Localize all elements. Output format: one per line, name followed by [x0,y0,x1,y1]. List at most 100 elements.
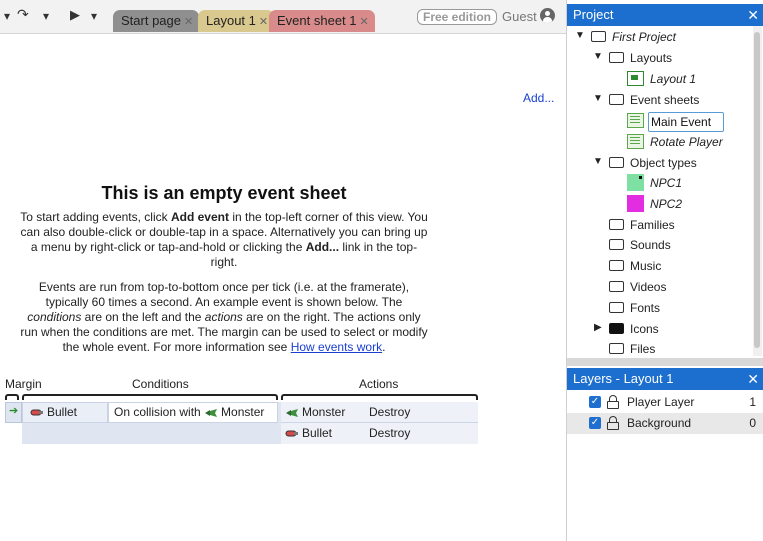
folder-icon [609,343,624,355]
tree-item-layouts[interactable]: Layouts [609,49,672,68]
tab-event-sheet-1[interactable]: Event sheet 1 ✕ [269,10,375,32]
tab-close-icon[interactable]: ✕ [259,16,268,28]
tree-item-label: Files [630,342,656,356]
event-sheet-view[interactable]: Add... This is an empty event sheet To s… [0,35,566,541]
npc1-icon [627,174,644,192]
action-object-name: Bullet [302,426,333,440]
folder-icon [609,52,624,64]
margin-header: Margin [5,377,42,391]
tree-item-npc1[interactable]: NPC1 [627,174,682,193]
explanation-paragraph: Events are run from top-to-bottom once p… [18,280,430,355]
tab-label: Start page [121,13,181,28]
redo-icon[interactable]: ↷ [17,6,29,22]
conditions-term: conditions [27,310,82,324]
tree-item-label: Layout 1 [650,72,697,86]
lock-icon[interactable] [607,416,619,430]
tab-start-page[interactable]: Start page ✕ [113,10,200,32]
tab-layout-1[interactable]: Layout 1 ✕ [198,10,275,32]
right-panels: Project ✕ ▼ First Project ▼ Layouts Layo… [566,0,763,541]
construct-editor: ▾ ↷ ▾ ▶ ▾ Start page ✕ Layout 1 ✕ Event sh… [0,0,763,541]
bullet-icon [285,430,298,437]
tree-item-label: First Project [612,30,677,44]
folder-icon [591,31,606,43]
intro-text: To start adding events, click [20,210,171,224]
tree-item-rotate-player[interactable]: Rotate Player [627,133,723,152]
run-dropdown-icon[interactable]: ▾ [91,8,97,24]
actions-bracket [281,394,478,400]
event-arrow-icon: ➔ [9,405,19,417]
tree-item-families[interactable]: Families [609,216,675,235]
layer-row[interactable]: ✓ Background 0 [567,413,763,434]
add-link[interactable]: Add... [523,91,554,105]
tree-item-npc2[interactable]: NPC2 [627,195,682,214]
rename-input[interactable] [648,112,724,132]
layer-name: Background [627,416,692,430]
condition-target-name: Monster [221,405,265,419]
tree-item-label: Fonts [630,301,661,315]
expand-arrow-icon[interactable]: ▼ [593,156,603,167]
bullet-icon [30,409,43,416]
redo-dropdown-icon[interactable]: ▾ [43,8,49,24]
conditions-header: Conditions [132,377,189,391]
tree-item-main-event[interactable] [627,112,724,132]
tree-item-fonts[interactable]: Fonts [609,299,660,318]
project-scrollbar[interactable] [753,26,762,356]
tree-item-videos[interactable]: Videos [609,278,666,297]
tree-item-first-project[interactable]: First Project [591,28,676,47]
tree-item-icons[interactable]: Icons [609,320,659,339]
tree-item-label: Rotate Player [650,135,723,149]
undo-dropdown-icon[interactable]: ▾ [4,8,10,24]
intro-paragraph: To start adding events, click Add event … [18,210,430,270]
tree-item-event-sheets[interactable]: Event sheets [609,91,699,110]
panel-splitter[interactable] [567,358,763,366]
tree-item-layout-1[interactable]: Layout 1 [627,70,696,89]
edition-badge[interactable]: Free edition [417,9,498,25]
tree-item-label: Videos [630,280,667,294]
event-sheet-icon [627,113,644,129]
close-icon[interactable]: ✕ [747,368,759,390]
layer-row[interactable]: ✓ Player Layer 1 [567,392,763,413]
user-avatar-icon[interactable] [540,8,555,23]
tab-label: Event sheet 1 [277,13,357,28]
how-events-work-link[interactable]: How events work [291,340,382,354]
folder-icon [609,260,624,272]
layer-visible-checkbox[interactable]: ✓ [589,396,601,408]
monster-icon [286,408,298,417]
event-margin[interactable]: ➔ [5,402,22,423]
project-panel-title: Project [573,7,614,22]
tree-item-object-types[interactable]: Object types [609,154,697,173]
project-panel-header: Project ✕ [567,4,763,26]
user-name[interactable]: Guest [502,9,537,24]
scrollbar-thumb[interactable] [754,32,760,348]
layer-index: 1 [749,395,756,409]
empty-sheet-title: This is an empty event sheet [101,183,347,203]
project-tree[interactable]: ▼ First Project ▼ Layouts Layout 1 ▼ Eve… [567,26,752,356]
action-name: Destroy [369,426,411,440]
tree-item-music[interactable]: Music [609,257,661,276]
explanation-text: Events are run from top-to-bottom once p… [38,280,410,309]
margin-bracket [5,394,19,400]
folder-icon [609,94,624,106]
collapse-arrow-icon[interactable]: ▶ [594,322,602,333]
action-object-name: Monster [302,405,346,419]
expand-arrow-icon[interactable]: ▼ [575,30,585,41]
tab-close-icon[interactable]: ✕ [184,16,193,28]
folder-icon [609,323,624,335]
layer-visible-checkbox[interactable]: ✓ [589,417,601,429]
condition-text: On collision with Monster [114,402,264,422]
tab-close-icon[interactable]: ✕ [360,16,369,28]
action-object: Bullet [285,423,332,443]
main-toolbar: ▾ ↷ ▾ ▶ ▾ Start page ✕ Layout 1 ✕ Event sh… [0,0,566,34]
tree-item-label: Music [630,259,662,273]
expand-arrow-icon[interactable]: ▼ [593,93,603,104]
close-icon[interactable]: ✕ [747,4,759,26]
tree-item-files[interactable]: Files [609,340,655,356]
condition-label: On collision with [114,405,201,419]
expand-arrow-icon[interactable]: ▼ [593,51,603,62]
folder-icon [609,302,624,314]
lock-icon[interactable] [607,395,619,409]
tree-item-sounds[interactable]: Sounds [609,236,671,255]
actions-header: Actions [359,377,399,391]
run-preview-icon[interactable]: ▶ [70,7,80,23]
layer-name: Player Layer [627,395,695,409]
